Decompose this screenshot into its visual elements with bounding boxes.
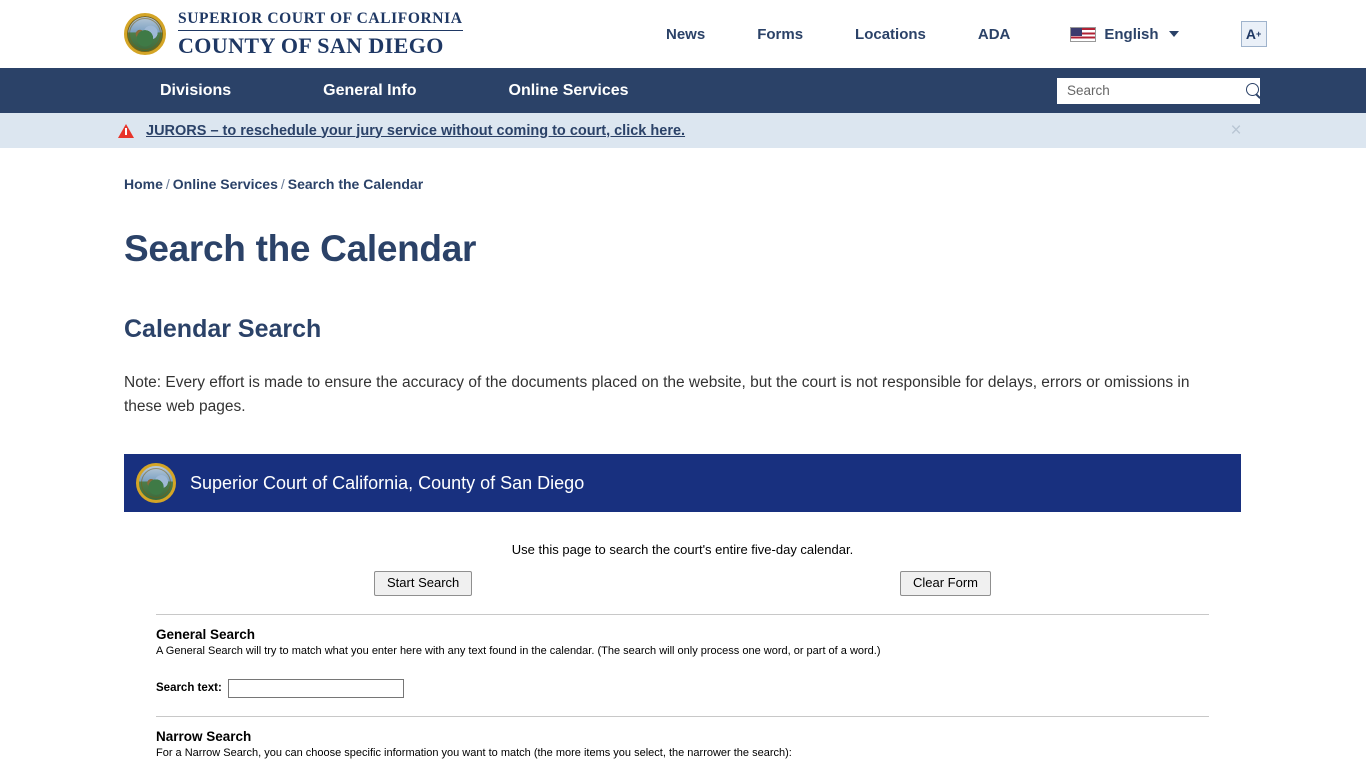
breadcrumb: Home / Online Services / Search the Calendar [124, 176, 1242, 192]
site-search-input[interactable] [1065, 82, 1246, 99]
brand-line-county: COUNTY OF SAN DIEGO [178, 32, 444, 58]
nav-item-general-info[interactable]: General Info [303, 82, 436, 100]
utility-link-ada[interactable]: ADA [952, 20, 1037, 49]
nav-item-divisions[interactable]: Divisions [140, 82, 251, 100]
alert-jurors-link[interactable]: JURORS – to reschedule your jury service… [146, 123, 685, 139]
warning-triangle-icon [118, 123, 134, 138]
site-header: SUPERIOR COURT OF CALIFORNIA COUNTY OF S… [0, 0, 1366, 68]
nav-item-online-services[interactable]: Online Services [489, 82, 649, 100]
close-icon[interactable]: × [1227, 121, 1245, 140]
chevron-down-icon [1168, 31, 1179, 37]
search-text-input[interactable] [227, 678, 404, 698]
search-text-field-row: Search text: [156, 678, 1209, 698]
brand-text: SUPERIOR COURT OF CALIFORNIA COUNTY OF S… [178, 11, 463, 57]
breadcrumb-item-current: Search the Calendar [287, 176, 424, 192]
narrow-search-description: For a Narrow Search, you can choose spec… [156, 746, 792, 759]
page-title: Search the Calendar [124, 228, 477, 269]
calendar-search-widget: Superior Court of California, County of … [124, 454, 1241, 761]
start-search-button[interactable]: Start Search [374, 571, 473, 596]
widget-button-row: Start Search Clear Form [124, 557, 1241, 596]
california-state-seal-icon [136, 463, 176, 503]
breadcrumb-separator: / [165, 176, 170, 192]
utility-link-locations[interactable]: Locations [829, 20, 952, 49]
text-size-button[interactable]: A + [1240, 21, 1267, 47]
section-title-calendar-search: Calendar Search [124, 315, 322, 343]
breadcrumb-item-home[interactable]: Home [124, 176, 163, 192]
brand-line-superior-court: SUPERIOR COURT OF CALIFORNIA [178, 11, 463, 31]
main-nav-items: Divisions General Info Online Services [140, 82, 649, 100]
search-text-label: Search text: [156, 682, 222, 695]
narrow-search-section: Narrow Search For a Narrow Search, you c… [124, 717, 1241, 761]
language-selector[interactable]: English [1036, 20, 1196, 49]
breadcrumb-separator: / [280, 176, 285, 192]
search-icon[interactable] [1246, 82, 1262, 99]
general-search-heading: General Search [156, 626, 256, 642]
widget-intro-text: Use this page to search the court's enti… [511, 542, 854, 557]
widget-header: Superior Court of California, County of … [124, 454, 1241, 512]
site-brand[interactable]: SUPERIOR COURT OF CALIFORNIA COUNTY OF S… [124, 11, 463, 57]
breadcrumb-item-online-services[interactable]: Online Services [173, 176, 278, 192]
language-label: English [1104, 25, 1159, 43]
text-size-letter: A [1245, 26, 1256, 42]
clear-form-button[interactable]: Clear Form [899, 571, 991, 596]
narrow-search-heading: Narrow Search [156, 728, 252, 744]
disclaimer-note: Note: Every effort is made to ensure the… [124, 374, 1190, 415]
widget-body: Use this page to search the court's enti… [124, 512, 1241, 761]
general-search-section: General Search A General Search will try… [124, 615, 1241, 698]
site-search-box[interactable] [1057, 77, 1262, 104]
utility-nav: News Forms Locations ADA English A + [640, 0, 1267, 68]
utility-link-news[interactable]: News [640, 20, 731, 49]
general-search-description: A General Search will try to match what … [156, 644, 881, 657]
widget-header-title: Superior Court of California, County of … [190, 472, 585, 493]
alert-content: JURORS – to reschedule your jury service… [118, 123, 685, 139]
alert-banner: JURORS – to reschedule your jury service… [0, 113, 1366, 148]
page-content: Home / Online Services / Search the Calendar… [0, 176, 1366, 761]
california-state-seal-icon [124, 13, 166, 55]
us-flag-icon [1070, 26, 1097, 42]
utility-link-forms[interactable]: Forms [731, 20, 829, 49]
text-size-plus: + [1255, 28, 1262, 39]
main-navigation: Divisions General Info Online Services [0, 68, 1366, 113]
